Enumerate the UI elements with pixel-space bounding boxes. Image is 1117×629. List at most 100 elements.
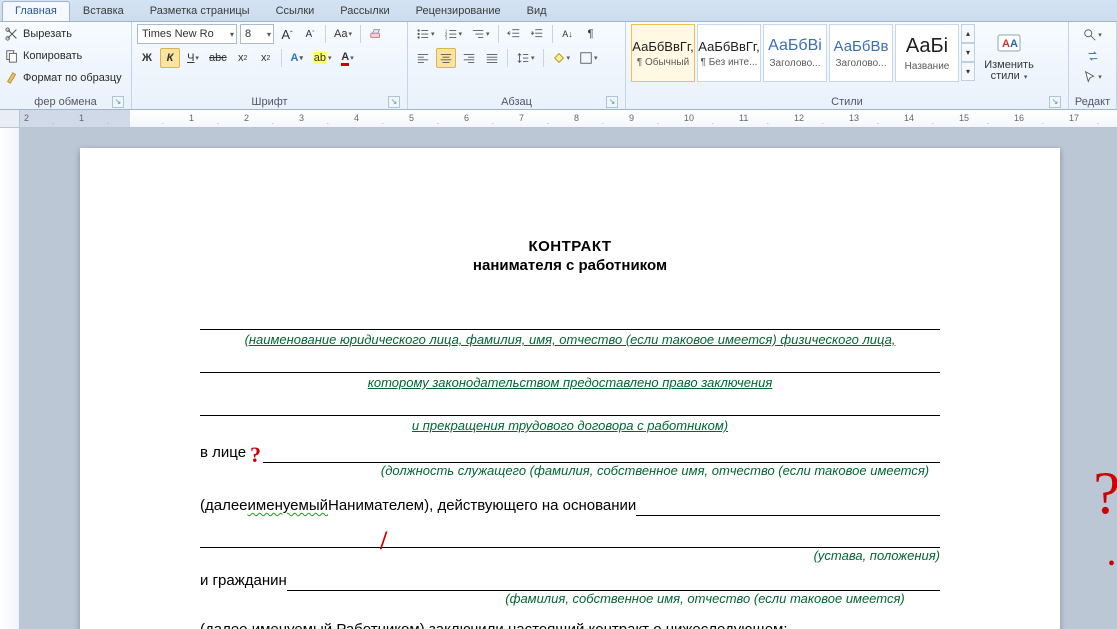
paragraph-dialog-launcher[interactable]: ↘ xyxy=(606,96,618,108)
copy-icon xyxy=(5,49,19,63)
ruler-horizontal[interactable]: 2·1··1·2·3·4·5·6·7·8·9·10·11·12·13·14·15… xyxy=(0,110,1117,128)
bullets-button[interactable]: ▾ xyxy=(413,24,438,44)
align-right-icon xyxy=(462,51,476,65)
font-size-select[interactable]: 8 xyxy=(240,24,274,44)
group-font-label: Шрифт ↘ xyxy=(137,94,402,109)
font-name-select[interactable]: Times New Ro xyxy=(137,24,237,44)
justify-button[interactable] xyxy=(482,48,502,68)
format-painter-button[interactable]: Формат по образцу xyxy=(5,68,126,88)
outdent-icon xyxy=(507,27,521,41)
italic-button[interactable]: К xyxy=(160,48,180,68)
justify-icon xyxy=(485,51,499,65)
show-marks-button[interactable]: ¶ xyxy=(581,24,601,44)
style-no-spacing[interactable]: АаБбВвГг,¶ Без инте... xyxy=(697,24,761,82)
hand-mark-big-question: ? xyxy=(1093,468,1117,518)
brush-icon xyxy=(5,71,19,85)
style-scroll-down[interactable]: ▾ xyxy=(961,43,975,62)
tab-layout[interactable]: Разметка страницы xyxy=(137,1,263,21)
style-scroll-up[interactable]: ▴ xyxy=(961,24,975,43)
line-spacing-button[interactable]: ▾ xyxy=(513,48,538,68)
tab-mailings[interactable]: Рассылки xyxy=(327,1,402,21)
doc-title: КОНТРАКТ xyxy=(200,238,940,255)
change-case-button[interactable]: Aa▾ xyxy=(331,24,355,44)
hand-mark-question: ? xyxy=(250,445,261,465)
grow-font-button[interactable]: Aˆ xyxy=(277,24,297,44)
select-button[interactable]: ▾ xyxy=(1074,68,1111,86)
find-icon xyxy=(1083,28,1097,42)
replace-icon xyxy=(1086,49,1100,63)
bullets-icon xyxy=(416,27,430,41)
svg-text:3: 3 xyxy=(444,35,447,40)
group-editing: ▾ ▾ Редакт xyxy=(1069,22,1117,109)
doc-line-dalee-nanim: (далее именуемый Нанимателем), действующ… xyxy=(200,496,940,516)
doc-subtitle: нанимателя с работником xyxy=(200,257,940,274)
doc-final-line: (далее именуемый Работником) заключили н… xyxy=(200,620,940,629)
group-styles: АаБбВвГг,¶ Обычный АаБбВвГг,¶ Без инте..… xyxy=(626,22,1069,109)
tab-references[interactable]: Ссылки xyxy=(263,1,328,21)
cut-button[interactable]: Вырезать xyxy=(5,24,126,44)
clear-formatting-button[interactable] xyxy=(366,24,386,44)
sort-button[interactable]: A↓ xyxy=(558,24,578,44)
group-styles-label: Стили ↘ xyxy=(631,94,1063,109)
shrink-font-button[interactable]: Aˇ xyxy=(300,24,320,44)
tab-view[interactable]: Вид xyxy=(514,1,560,21)
ruler-vertical[interactable] xyxy=(0,128,20,629)
doc-hint2: которому законодательством предоставлено… xyxy=(368,375,773,390)
svg-text:A: A xyxy=(1010,38,1018,50)
format-painter-label: Формат по образцу xyxy=(23,72,122,84)
ribbon: Вырезать Копировать Формат по образцу фе… xyxy=(0,22,1117,110)
align-left-button[interactable] xyxy=(413,48,433,68)
align-center-button[interactable] xyxy=(436,48,456,68)
copy-button[interactable]: Копировать xyxy=(5,46,126,66)
group-clipboard: Вырезать Копировать Формат по образцу фе… xyxy=(0,22,132,109)
document-canvas[interactable]: КОНТРАКТ нанимателя с работником (наимен… xyxy=(20,128,1117,629)
font-dialog-launcher[interactable]: ↘ xyxy=(388,96,400,108)
numbering-icon: 123 xyxy=(444,27,458,41)
text-effects-button[interactable]: A▾ xyxy=(287,48,307,68)
multilevel-button[interactable]: ▾ xyxy=(468,24,493,44)
cut-label: Вырезать xyxy=(23,28,72,40)
style-heading1[interactable]: АаБбВіЗаголово... xyxy=(763,24,827,82)
tab-home[interactable]: Главная xyxy=(2,1,70,21)
tab-review[interactable]: Рецензирование xyxy=(403,1,514,21)
group-font: Times New Ro 8 Aˆ Aˇ Aa▾ Ж К Ч▾ abc x2 x… xyxy=(132,22,408,109)
replace-button[interactable] xyxy=(1074,47,1111,65)
copy-label: Копировать xyxy=(23,50,82,62)
find-button[interactable]: ▾ xyxy=(1074,26,1111,44)
style-title[interactable]: АаБіНазвание xyxy=(895,24,959,82)
superscript-button[interactable]: x2 xyxy=(256,48,276,68)
cursor-icon xyxy=(1083,70,1097,84)
style-normal[interactable]: АаБбВвГг,¶ Обычный xyxy=(631,24,695,82)
align-right-button[interactable] xyxy=(459,48,479,68)
doc-hint3: и прекращения трудового договора с работ… xyxy=(412,418,728,433)
hand-mark-slash: / xyxy=(380,526,387,556)
group-editing-label: Редакт xyxy=(1074,94,1111,109)
numbering-button[interactable]: 123▾ xyxy=(441,24,466,44)
bucket-icon xyxy=(552,51,566,65)
group-paragraph-label: Абзац ↘ xyxy=(413,94,620,109)
change-styles-button[interactable]: AA Изменитьстили ▾ xyxy=(981,24,1037,88)
svg-text:A: A xyxy=(1002,38,1010,50)
clipboard-dialog-launcher[interactable]: ↘ xyxy=(112,96,124,108)
change-styles-icon: AA xyxy=(995,32,1023,58)
workspace: КОНТРАКТ нанимателя с работником (наимен… xyxy=(0,128,1117,629)
align-left-icon xyxy=(416,51,430,65)
highlight-button[interactable]: ab▾ xyxy=(310,48,335,68)
indent-icon xyxy=(530,27,544,41)
underline-button[interactable]: Ч▾ xyxy=(183,48,203,68)
decrease-indent-button[interactable] xyxy=(504,24,524,44)
doc-hint1: (наименование юридического лица, фамилия… xyxy=(245,332,896,347)
font-color-button[interactable]: A▾ xyxy=(338,48,358,68)
borders-button[interactable]: ▾ xyxy=(576,48,601,68)
strikethrough-button[interactable]: abc xyxy=(206,48,230,68)
bold-button[interactable]: Ж xyxy=(137,48,157,68)
border-icon xyxy=(579,51,593,65)
style-heading2[interactable]: АаБбВвЗаголово... xyxy=(829,24,893,82)
hand-mark-dot: • xyxy=(1108,553,1115,576)
increase-indent-button[interactable] xyxy=(527,24,547,44)
tab-insert[interactable]: Вставка xyxy=(70,1,137,21)
shading-button[interactable]: ▾ xyxy=(549,48,574,68)
styles-dialog-launcher[interactable]: ↘ xyxy=(1049,96,1061,108)
subscript-button[interactable]: x2 xyxy=(233,48,253,68)
style-gallery-more[interactable]: ▾ xyxy=(961,62,975,81)
